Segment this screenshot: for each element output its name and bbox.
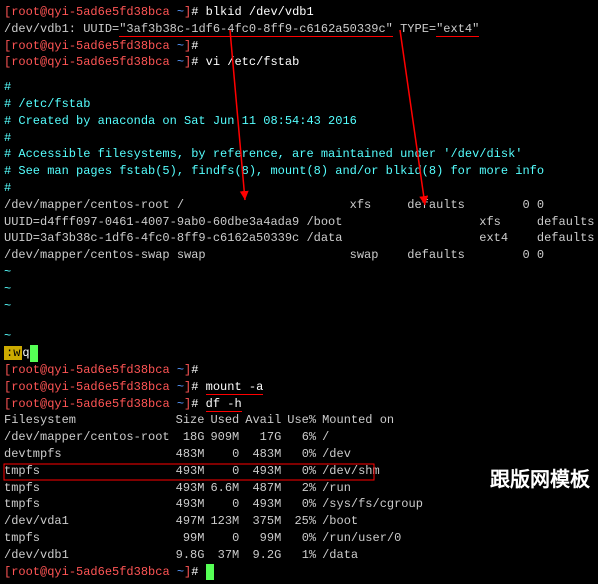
fstab-comment: # Accessible filesystems, by reference, … bbox=[4, 146, 594, 163]
blkid-output: /dev/vdb1: UUID="3af3b38c-1df6-4fc0-8ff9… bbox=[4, 21, 594, 38]
prompt-line: [root@qyi-5ad6e5fd38bca ~]# vi /etc/fsta… bbox=[4, 54, 594, 71]
cursor-icon bbox=[206, 564, 214, 581]
table-row: tmpfs99M099M0%/run/user/0 bbox=[4, 530, 429, 547]
table-row: /dev/vda1497M123M375M25%/boot bbox=[4, 513, 429, 530]
prompt-line: [root@qyi-5ad6e5fd38bca ~]# df -h bbox=[4, 396, 594, 413]
table-row: devtmpfs483M0483M0%/dev bbox=[4, 446, 429, 463]
type-value: "ext4" bbox=[436, 22, 479, 37]
vi-tilde: ~ bbox=[4, 298, 594, 315]
prompt-line: [root@qyi-5ad6e5fd38bca ~]# bbox=[4, 38, 594, 55]
vi-tilde: ~ bbox=[4, 281, 594, 298]
prompt-line: [root@qyi-5ad6e5fd38bca ~]# blkid /dev/v… bbox=[4, 4, 594, 21]
fstab-entry: /dev/mapper/centos-root / xfs defaults 0… bbox=[4, 197, 594, 214]
terminal-output[interactable]: [root@qyi-5ad6e5fd38bca ~]# blkid /dev/v… bbox=[0, 0, 598, 584]
cmd-vi: vi /etc/fstab bbox=[206, 55, 300, 69]
cmd-df: df -h bbox=[206, 397, 242, 412]
fstab-comment: # bbox=[4, 180, 594, 197]
prompt-line: [root@qyi-5ad6e5fd38bca ~]# mount -a bbox=[4, 379, 594, 396]
fstab-entry: UUID=3af3b38c-1df6-4fc0-8ff9-c6162a50339… bbox=[4, 230, 594, 247]
table-row: tmpfs493M6.6M487M2%/run bbox=[4, 480, 429, 497]
fstab-entry: UUID=d4fff097-0461-4007-9ab0-60dbe3a4ada… bbox=[4, 214, 594, 231]
cmd-mount: mount -a bbox=[206, 380, 264, 395]
fstab-comment: # See man pages fstab(5), findfs(8), mou… bbox=[4, 163, 594, 180]
df-header-row: Filesystem Size Used Avail Use% Mounted … bbox=[4, 412, 429, 429]
fstab-comment: # /etc/fstab bbox=[4, 96, 594, 113]
cmd-blkid: blkid /dev/vdb1 bbox=[206, 5, 314, 19]
watermark-text: 跟版网模板 bbox=[490, 463, 590, 492]
vi-command: :wq bbox=[4, 345, 594, 362]
cursor-icon bbox=[30, 345, 38, 362]
table-row: tmpfs493M0493M0%/sys/fs/cgroup bbox=[4, 496, 429, 513]
table-row: tmpfs493M0493M0%/dev/shm bbox=[4, 463, 429, 480]
table-row: /dev/vdb19.8G37M9.2G1%/data bbox=[4, 547, 429, 564]
fstab-comment: # bbox=[4, 130, 594, 147]
fstab-comment: # bbox=[4, 79, 594, 96]
vi-tilde: ~ bbox=[4, 264, 594, 281]
vi-tilde: ~ bbox=[4, 328, 594, 345]
df-table: Filesystem Size Used Avail Use% Mounted … bbox=[4, 412, 429, 563]
table-row: /dev/mapper/centos-root18G909M17G6%/ bbox=[4, 429, 429, 446]
prompt-line: [root@qyi-5ad6e5fd38bca ~]# bbox=[4, 362, 594, 379]
fstab-entry: /dev/mapper/centos-swap swap swap defaul… bbox=[4, 247, 594, 264]
prompt-line: [root@qyi-5ad6e5fd38bca ~]# bbox=[4, 564, 594, 581]
fstab-comment: # Created by anaconda on Sat Jun 11 08:5… bbox=[4, 113, 594, 130]
uuid-value: "3af3b38c-1df6-4fc0-8ff9-c6162a50339c" bbox=[119, 22, 393, 37]
